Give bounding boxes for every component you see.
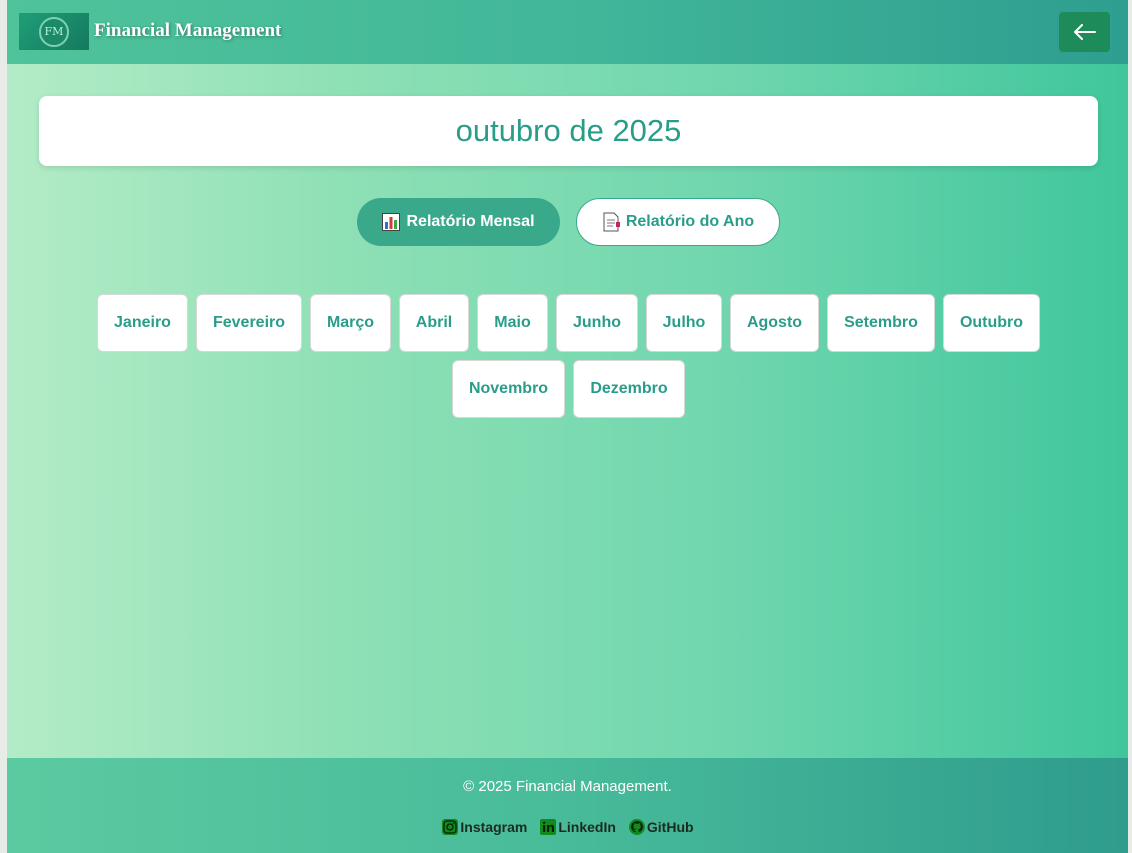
copyright-text: © 2025 Financial Management. [463, 778, 672, 795]
year-report-button[interactable]: Relatório do Ano [576, 198, 780, 246]
current-month-title: outubro de 2025 [455, 113, 682, 148]
back-button[interactable] [1059, 12, 1110, 52]
month-button-fevereiro[interactable]: Fevereiro [196, 294, 302, 352]
month-button-novembro[interactable]: Novembro [452, 360, 565, 418]
github-label: GitHub [646, 819, 694, 835]
current-month-card: outubro de 2025 [39, 96, 1098, 166]
logo[interactable]: FM [19, 13, 89, 50]
github-link[interactable]: GitHub [628, 818, 694, 836]
logo-badge: FM [39, 16, 69, 47]
linkedin-label: LinkedIn [558, 819, 616, 835]
bar-chart-icon [382, 213, 401, 231]
app-title: Financial Management [94, 20, 282, 41]
github-icon [628, 818, 646, 836]
top-bar: FM Financial Management [7, 0, 1128, 64]
linkedin-icon [539, 818, 557, 836]
footer: © 2025 Financial Management. Instagram L… [7, 758, 1128, 853]
month-button-dezembro[interactable]: Dezembro [573, 360, 685, 418]
instagram-link[interactable]: Instagram [441, 818, 527, 836]
month-button-agosto[interactable]: Agosto [730, 294, 819, 352]
month-button-outubro[interactable]: Outubro [943, 294, 1040, 352]
social-links: Instagram LinkedIn GitHub [7, 818, 1128, 836]
monthly-report-label: Relatório Mensal [406, 213, 535, 230]
document-icon [603, 212, 620, 232]
month-button-maio[interactable]: Maio [477, 294, 548, 352]
year-report-label: Relatório do Ano [625, 213, 755, 230]
arrow-left-icon [1073, 24, 1096, 40]
month-button-junho[interactable]: Junho [556, 294, 638, 352]
instagram-icon [441, 818, 459, 836]
month-button-setembro[interactable]: Setembro [827, 294, 935, 352]
monthly-report-button[interactable]: Relatório Mensal [357, 198, 560, 246]
month-button-abril[interactable]: Abril [399, 294, 469, 352]
month-button-marco[interactable]: Março [310, 294, 391, 352]
instagram-label: Instagram [460, 819, 528, 835]
app-window: FM Financial Management outubro de 2025 … [0, 0, 1132, 853]
month-button-julho[interactable]: Julho [646, 294, 722, 352]
month-button-janeiro[interactable]: Janeiro [97, 294, 188, 352]
linkedin-link[interactable]: LinkedIn [539, 818, 616, 836]
